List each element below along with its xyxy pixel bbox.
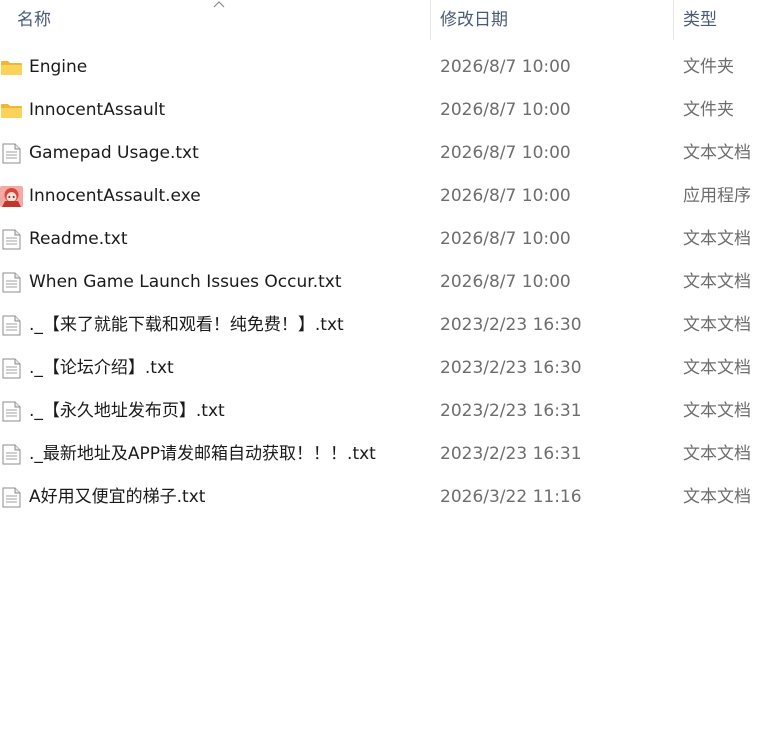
file-row[interactable]: ._【论坛介绍】.txt 2023/2/23 16:30 文本文档 xyxy=(0,347,759,390)
file-date: 2023/2/23 16:30 xyxy=(440,358,582,378)
text-file-icon xyxy=(2,444,21,465)
column-divider[interactable] xyxy=(430,0,431,40)
file-row[interactable]: When Game Launch Issues Occur.txt 2026/8… xyxy=(0,261,759,304)
text-file-icon xyxy=(2,487,21,508)
file-name: Gamepad Usage.txt xyxy=(29,143,199,163)
file-name: Engine xyxy=(29,57,88,77)
file-row[interactable]: ._最新地址及APP请发邮箱自动获取！！！.txt 2023/2/23 16:3… xyxy=(0,433,759,476)
file-date: 2026/8/7 10:00 xyxy=(440,57,571,77)
text-file-icon xyxy=(2,358,21,379)
file-row[interactable]: InnocentAssault.exe 2026/8/7 10:00 应用程序 xyxy=(0,175,759,218)
file-date: 2026/8/7 10:00 xyxy=(440,229,571,249)
file-date: 2023/2/23 16:31 xyxy=(440,444,582,464)
sort-ascending-icon[interactable] xyxy=(213,0,225,8)
app-icon xyxy=(0,186,23,207)
file-type: 文本文档 xyxy=(683,315,751,335)
column-header-type[interactable]: 类型 xyxy=(683,0,717,40)
file-row[interactable]: ._【永久地址发布页】.txt 2023/2/23 16:31 文本文档 xyxy=(0,390,759,433)
folder-icon xyxy=(1,104,22,118)
file-date: 2026/8/7 10:00 xyxy=(440,272,571,292)
file-row[interactable]: Readme.txt 2026/8/7 10:00 文本文档 xyxy=(0,218,759,261)
file-type: 文本文档 xyxy=(683,487,751,507)
file-name: When Game Launch Issues Occur.txt xyxy=(29,272,342,292)
file-type: 文件夹 xyxy=(683,100,734,120)
text-file-icon xyxy=(2,315,21,336)
folder-icon xyxy=(1,61,22,75)
text-file-icon xyxy=(2,229,21,250)
file-type: 文本文档 xyxy=(683,444,751,464)
text-file-icon xyxy=(2,143,21,164)
file-type: 文本文档 xyxy=(683,143,751,163)
column-header-name[interactable]: 名称 xyxy=(17,0,51,40)
file-name: Readme.txt xyxy=(29,229,128,249)
file-date: 2026/8/7 10:00 xyxy=(440,186,571,206)
file-name: ._【永久地址发布页】.txt xyxy=(29,401,225,421)
file-list: Engine 2026/8/7 10:00 文件夹 InnocentAssaul… xyxy=(0,46,759,519)
file-name: InnocentAssault xyxy=(29,100,166,120)
file-row[interactable]: InnocentAssault 2026/8/7 10:00 文件夹 xyxy=(0,89,759,132)
file-type: 文本文档 xyxy=(683,272,751,292)
column-header: 名称 修改日期 类型 xyxy=(0,0,759,40)
file-name: A好用又便宜的梯子.txt xyxy=(29,487,206,507)
file-type: 文本文档 xyxy=(683,229,751,249)
text-file-icon xyxy=(2,272,21,293)
file-row[interactable]: ._【来了就能下载和观看！纯免费！】.txt 2023/2/23 16:30 文… xyxy=(0,304,759,347)
file-row[interactable]: Gamepad Usage.txt 2026/8/7 10:00 文本文档 xyxy=(0,132,759,175)
file-date: 2026/8/7 10:00 xyxy=(440,143,571,163)
file-type: 文本文档 xyxy=(683,401,751,421)
file-date: 2026/3/22 11:16 xyxy=(440,487,582,507)
file-row[interactable]: A好用又便宜的梯子.txt 2026/3/22 11:16 文本文档 xyxy=(0,476,759,519)
file-type: 文本文档 xyxy=(683,358,751,378)
text-file-icon xyxy=(2,401,21,422)
file-date: 2026/8/7 10:00 xyxy=(440,100,571,120)
file-name: InnocentAssault.exe xyxy=(29,186,201,206)
column-divider[interactable] xyxy=(673,0,674,40)
file-date: 2023/2/23 16:30 xyxy=(440,315,582,335)
file-name: ._【论坛介绍】.txt xyxy=(29,358,174,378)
file-name: ._最新地址及APP请发邮箱自动获取！！！.txt xyxy=(29,444,376,464)
file-type: 文件夹 xyxy=(683,57,734,77)
file-date: 2023/2/23 16:31 xyxy=(440,401,582,421)
file-row[interactable]: Engine 2026/8/7 10:00 文件夹 xyxy=(0,46,759,89)
file-type: 应用程序 xyxy=(683,186,751,206)
column-header-date[interactable]: 修改日期 xyxy=(440,0,508,40)
file-name: ._【来了就能下载和观看！纯免费！】.txt xyxy=(29,315,344,335)
